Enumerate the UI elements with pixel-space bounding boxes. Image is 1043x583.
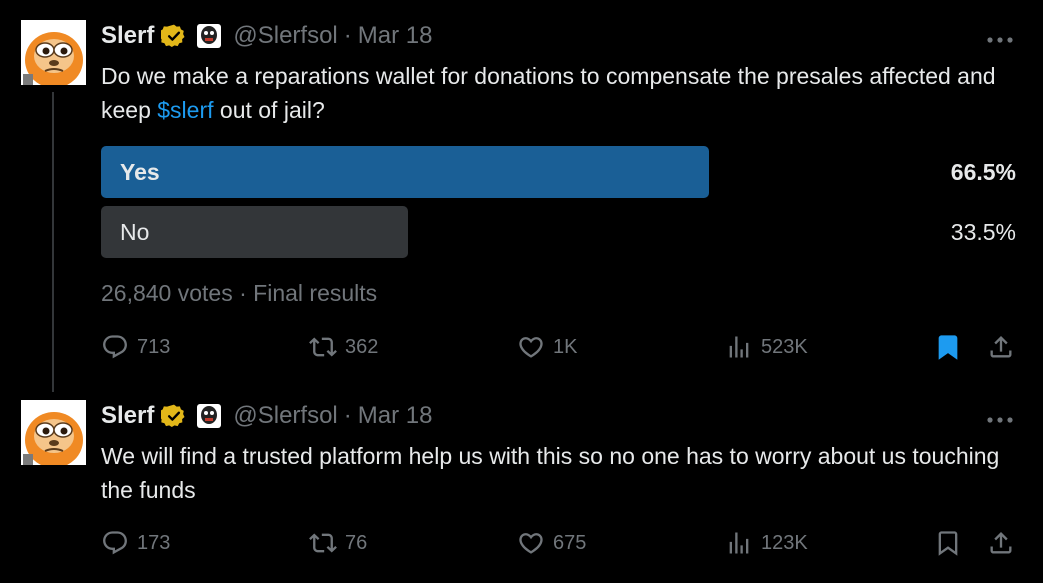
- reply-icon: [103, 335, 127, 359]
- retweet-button[interactable]: 76: [309, 528, 367, 558]
- views-count: 123K: [761, 531, 808, 554]
- share-icon: [990, 336, 1012, 358]
- handle[interactable]: @Slerfsol: [233, 22, 337, 50]
- reply-count: 713: [137, 335, 171, 358]
- poll-footer: 26,840 votes · Final results: [101, 278, 377, 308]
- avatar[interactable]: [21, 20, 86, 85]
- timestamp[interactable]: Mar 18: [358, 22, 433, 50]
- reply-icon: [103, 531, 127, 555]
- poll-option-label: No: [120, 219, 150, 245]
- reply-count: 173: [137, 531, 171, 554]
- more-icon[interactable]: [987, 32, 1013, 43]
- views-button[interactable]: 123K: [725, 528, 808, 558]
- like-icon: [519, 533, 543, 554]
- views-icon: [729, 336, 749, 358]
- retweet-icon: [309, 337, 337, 357]
- bookmark-button[interactable]: [934, 528, 962, 558]
- like-icon: [519, 337, 543, 358]
- share-button[interactable]: [987, 528, 1015, 558]
- reply-button[interactable]: 713: [101, 332, 170, 362]
- affiliate-badge-icon[interactable]: [196, 23, 222, 49]
- poll-option-percent: 66.5%: [950, 159, 1016, 185]
- bookmark-button[interactable]: [934, 332, 962, 362]
- poll-option-yes: Yes 66.5%: [101, 146, 1016, 198]
- poll-option-no: No 33.5%: [101, 206, 1016, 258]
- avatar[interactable]: [21, 400, 86, 465]
- poll-status: Final results: [253, 280, 378, 306]
- action-bar: 173 76 675 123K: [101, 528, 1016, 558]
- poll-votes: 26,840 votes: [101, 280, 233, 306]
- verified-badge-icon: [159, 23, 187, 49]
- action-bar: 713 362 1K 523K: [101, 332, 1016, 362]
- tweet-poll[interactable]: Slerf @Slerfsol · Mar 18 Do we make a re…: [0, 0, 1043, 392]
- cashtag-link[interactable]: $slerf: [157, 97, 213, 123]
- separator: ·: [343, 402, 352, 429]
- retweet-count: 362: [345, 335, 379, 358]
- tweet-text-part: out of jail?: [213, 97, 325, 123]
- tweet-header: Slerf @Slerfsol · Mar 18: [101, 22, 432, 50]
- display-name[interactable]: Slerf: [101, 22, 154, 50]
- bookmark-icon: [938, 531, 958, 556]
- like-button[interactable]: 675: [517, 528, 586, 558]
- affiliate-badge-icon[interactable]: [196, 403, 222, 429]
- retweet-count: 76: [345, 531, 368, 554]
- retweet-icon: [309, 533, 337, 553]
- display-name[interactable]: Slerf: [101, 402, 154, 430]
- views-count: 523K: [761, 335, 808, 358]
- retweet-button[interactable]: 362: [309, 332, 378, 362]
- verified-badge-icon: [159, 403, 187, 429]
- poll-option-percent: 33.5%: [950, 219, 1016, 245]
- views-button[interactable]: 523K: [725, 332, 808, 362]
- like-button[interactable]: 1K: [517, 332, 577, 362]
- tweet-text: We will find a trusted platform help us …: [101, 443, 1000, 503]
- like-count: 675: [553, 531, 587, 554]
- reply-button[interactable]: 173: [101, 528, 170, 558]
- separator: ·: [239, 280, 247, 306]
- tweet-reply[interactable]: Slerf @Slerfsol · Mar 18 We will find a …: [0, 388, 1043, 583]
- thread-line: [52, 92, 54, 392]
- like-count: 1K: [553, 335, 578, 358]
- tweet-text: Do we make a reparations wallet for dona…: [101, 59, 1011, 127]
- more-icon[interactable]: [987, 412, 1013, 423]
- tweet-header: Slerf @Slerfsol · Mar 18: [101, 402, 432, 430]
- share-button[interactable]: [987, 332, 1015, 362]
- share-icon: [990, 532, 1012, 554]
- separator: ·: [343, 22, 352, 49]
- timestamp[interactable]: Mar 18: [358, 402, 433, 430]
- handle[interactable]: @Slerfsol: [233, 402, 337, 430]
- bookmark-icon: [938, 335, 958, 360]
- poll-bar: [101, 146, 709, 198]
- poll-option-label: Yes: [120, 159, 160, 185]
- views-icon: [729, 532, 749, 554]
